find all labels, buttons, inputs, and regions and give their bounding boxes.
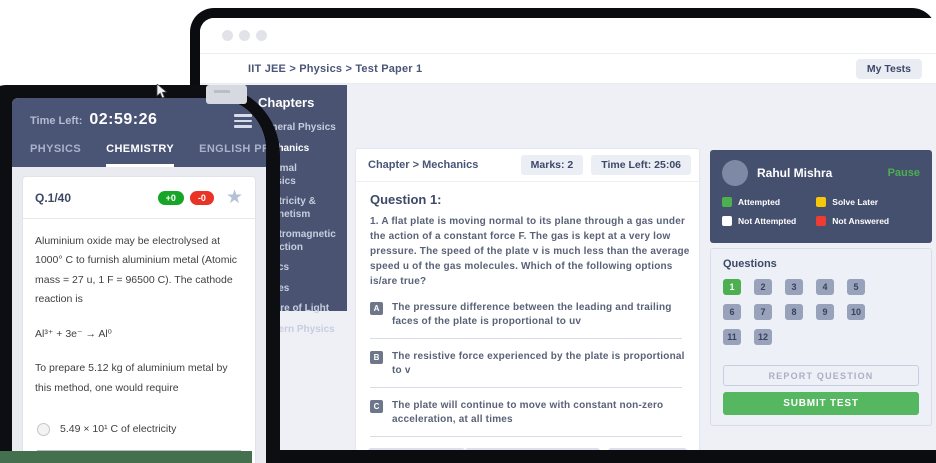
question-number-grid: 1 2 3 4 5 6 7 8 9 10 11 12 [723, 279, 919, 345]
time-left-badge: Time Left: 25:06 [591, 155, 691, 175]
mouse-cursor-icon [156, 84, 170, 100]
solve-later-button[interactable]: Solve this question later [465, 448, 600, 450]
tablet-time-left-label: Time Left: [30, 115, 82, 127]
option-c-text: The plate will continue to move with con… [392, 399, 685, 427]
report-question-button[interactable]: REPORT QUESTION [723, 365, 919, 386]
page-content: Chapters General Physics Mechanics Therm… [200, 84, 936, 450]
question-actions: Clear Response Solve this question later… [368, 448, 687, 450]
submit-test-button[interactable]: SUBMIT TEST [723, 392, 919, 415]
option-b-letter-badge: B [370, 351, 383, 364]
question-chip-12[interactable]: 12 [754, 329, 772, 345]
option-c[interactable]: C The plate will continue to move with c… [370, 399, 685, 427]
clear-response-button[interactable]: Clear Response [368, 448, 465, 450]
option-divider [370, 387, 682, 388]
cathode-reaction-equation: Al³⁺ + 3e⁻ → Al⁰ [35, 325, 243, 344]
my-tests-button[interactable]: My Tests [856, 59, 922, 79]
question-chip-11[interactable]: 11 [723, 329, 741, 345]
question-title: Question 1: [370, 192, 685, 207]
legend-attempted: Attempted [722, 197, 816, 207]
question-chip-5[interactable]: 5 [847, 279, 865, 295]
tablet-header: Time Left: 02:59:26 PHYSICS CHEMISTRY EN… [12, 98, 266, 167]
questions-panel: Questions 1 2 3 4 5 6 7 8 9 10 11 12 REP… [710, 248, 932, 426]
obscured-widget [206, 85, 247, 104]
tablet-question-body: Aluminium oxide may be electrolysed at 1… [23, 219, 255, 463]
tablet-option-1[interactable]: 5.49 × 10¹ C of electricity [35, 413, 243, 446]
solve-later-swatch [816, 197, 826, 207]
option-divider [370, 338, 682, 339]
not-attempted-swatch [722, 216, 732, 226]
user-card: Rahul Mishra Pause Attempted Solve Later… [710, 150, 932, 243]
question-body: Question 1: 1. A flat plate is moving no… [356, 182, 699, 450]
question-chip-10[interactable]: 10 [847, 304, 865, 320]
tablet-screen: Time Left: 02:59:26 PHYSICS CHEMISTRY EN… [12, 98, 266, 463]
legend-attempted-label: Attempted [738, 197, 780, 207]
tablet-question-card: Q.1/40 +0 -0 ★ Aluminium oxide may be el… [22, 176, 256, 463]
radio-icon[interactable] [37, 423, 50, 436]
tablet-question-header: Q.1/40 +0 -0 ★ [23, 177, 255, 219]
screenshot-stage: IIT JEE > Physics > Test Paper 1 My Test… [0, 0, 936, 463]
legend-not-answered: Not Answered [816, 216, 920, 226]
green-base-shape [0, 451, 252, 463]
question-chip-4[interactable]: 4 [816, 279, 834, 295]
tablet-question-paragraph: To prepare 5.12 kg of aluminium metal by… [35, 359, 243, 398]
question-chip-1[interactable]: 1 [723, 279, 741, 295]
legend-not-attempted-label: Not Attempted [738, 216, 796, 226]
tab-chemistry[interactable]: CHEMISTRY [106, 143, 174, 167]
browser-window: IIT JEE > Physics > Test Paper 1 My Test… [200, 18, 936, 450]
positive-marks-pill: +0 [158, 191, 184, 205]
window-dot-icon[interactable] [239, 30, 250, 41]
question-counter: Q.1/40 [35, 191, 152, 205]
question-card-header: Chapter > Mechanics Marks: 2 Time Left: … [356, 149, 699, 182]
status-legend: Attempted Solve Later Not Attempted Not … [722, 197, 920, 226]
breadcrumb-bar: IIT JEE > Physics > Test Paper 1 My Test… [200, 54, 936, 84]
tab-physics[interactable]: PHYSICS [30, 143, 81, 167]
tablet-mockup: Time Left: 02:59:26 PHYSICS CHEMISTRY EN… [0, 85, 280, 463]
window-dot-icon[interactable] [256, 30, 267, 41]
user-name: Rahul Mishra [757, 166, 888, 180]
option-a[interactable]: A The pressure difference between the le… [370, 301, 685, 329]
bookmark-star-icon[interactable]: ★ [226, 188, 243, 207]
questions-panel-title: Questions [723, 258, 919, 270]
question-text: 1. A flat plate is moving normal to its … [370, 214, 692, 289]
subject-tabs: PHYSICS CHEMISTRY ENGLISH PROFICIENCY [12, 143, 266, 167]
legend-solve-later: Solve Later [816, 197, 920, 207]
breadcrumb[interactable]: IIT JEE > Physics > Test Paper 1 [248, 63, 422, 75]
option-c-letter-badge: C [370, 400, 383, 413]
legend-not-attempted: Not Attempted [722, 216, 816, 226]
question-chip-2[interactable]: 2 [754, 279, 772, 295]
avatar [722, 160, 748, 186]
option-b[interactable]: B The resistive force experienced by the… [370, 350, 685, 378]
save-next-button[interactable]: Save & Next [608, 448, 687, 450]
attempted-swatch [722, 197, 732, 207]
tablet-question-paragraph: Aluminium oxide may be electrolysed at 1… [35, 232, 243, 310]
legend-not-answered-label: Not Answered [832, 216, 889, 226]
legend-solve-later-label: Solve Later [832, 197, 878, 207]
option-b-text: The resistive force experienced by the p… [392, 350, 685, 378]
option-a-text: The pressure difference between the lead… [392, 301, 685, 329]
question-card: Chapter > Mechanics Marks: 2 Time Left: … [355, 148, 700, 450]
option-divider [370, 436, 682, 437]
pause-button[interactable]: Pause [888, 167, 920, 179]
chapter-breadcrumb: Chapter > Mechanics [368, 159, 513, 171]
negative-marks-pill: -0 [190, 191, 214, 205]
marks-badge: Marks: 2 [521, 155, 584, 175]
tablet-option-1-label: 5.49 × 10¹ C of electricity [60, 423, 176, 435]
tab-english-proficiency[interactable]: ENGLISH PROFICIENCY [199, 143, 266, 167]
menu-icon[interactable] [234, 114, 252, 131]
browser-titlebar [200, 18, 936, 54]
tablet-timer-value: 02:59:26 [89, 111, 157, 129]
question-chip-6[interactable]: 6 [723, 304, 741, 320]
question-chip-8[interactable]: 8 [785, 304, 803, 320]
question-chip-9[interactable]: 9 [816, 304, 834, 320]
options-list: A The pressure difference between the le… [370, 301, 685, 450]
question-chip-3[interactable]: 3 [785, 279, 803, 295]
window-dot-icon[interactable] [222, 30, 233, 41]
option-a-letter-badge: A [370, 302, 383, 315]
not-answered-swatch [816, 216, 826, 226]
question-chip-7[interactable]: 7 [754, 304, 772, 320]
